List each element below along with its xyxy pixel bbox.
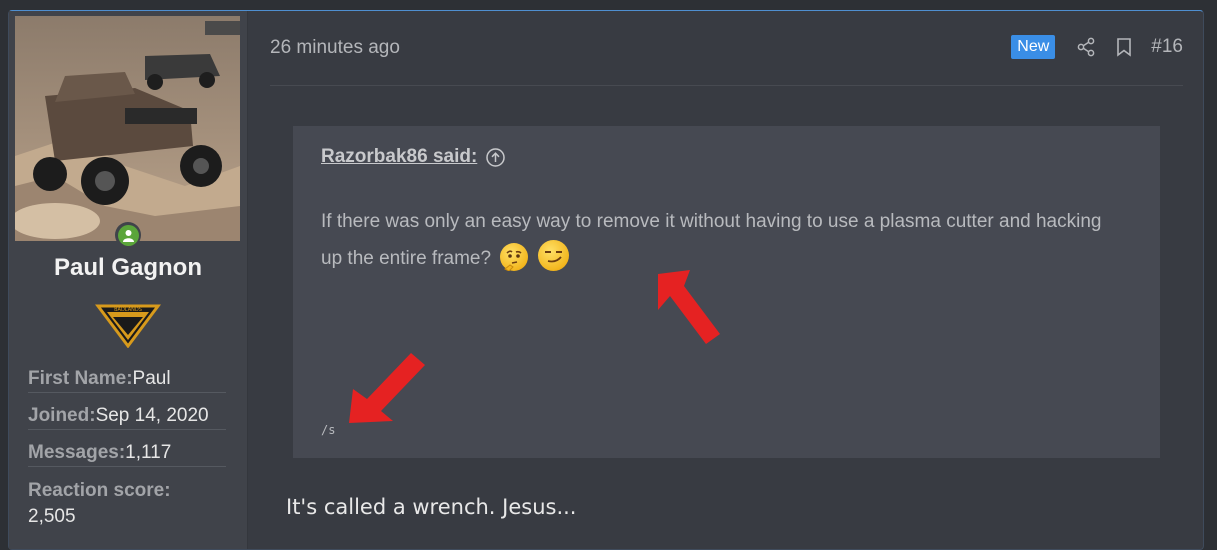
quote-signature: /s xyxy=(321,423,336,437)
info-messages: Messages:1,117 xyxy=(28,439,226,467)
info-label: Reaction score: xyxy=(28,480,171,501)
smirk-face-emoji xyxy=(537,240,569,271)
info-reaction-score: Reaction score: 2,505 xyxy=(28,476,226,531)
annotation-arrow-right xyxy=(658,270,720,344)
annotation-arrow-left xyxy=(349,353,425,423)
arrow-up-circle-icon[interactable] xyxy=(486,147,506,167)
info-label: First Name: xyxy=(28,368,133,389)
user-info: First Name:Paul Joined:Sep 14, 2020 Mess… xyxy=(28,365,226,531)
user-sidebar: Paul Gagnon BADLANDS First Name:Paul Joi… xyxy=(9,11,248,549)
info-value: Sep 14, 2020 xyxy=(95,405,209,426)
new-badge: New xyxy=(1011,35,1056,59)
info-label: Messages: xyxy=(28,442,126,463)
post-header-actions: New #16 xyxy=(1011,35,1183,59)
post-timestamp[interactable]: 26 minutes ago xyxy=(270,37,400,59)
post-number[interactable]: #16 xyxy=(1151,36,1183,58)
info-joined: Joined:Sep 14, 2020 xyxy=(28,402,226,430)
quote-author-link[interactable]: Razorbak86 said: xyxy=(321,146,477,168)
header-divider xyxy=(270,85,1183,86)
bookmark-icon[interactable] xyxy=(1113,36,1135,58)
info-first-name: First Name:Paul xyxy=(28,365,226,393)
post-main: 26 minutes ago New #16 Razorbak86 said: xyxy=(248,11,1203,549)
username[interactable]: Paul Gagnon xyxy=(9,254,247,282)
info-value[interactable]: 1,117 xyxy=(125,442,171,463)
post-body-text: It's called a wrench. Jesus... xyxy=(286,495,577,519)
info-value: 2,505 xyxy=(28,506,76,527)
info-value: Paul xyxy=(132,368,171,389)
avatar[interactable] xyxy=(15,16,240,241)
info-label: Joined: xyxy=(28,405,96,426)
thinking-face-emoji xyxy=(500,243,529,271)
message-post: Paul Gagnon BADLANDS First Name:Paul Joi… xyxy=(8,10,1204,550)
share-icon[interactable] xyxy=(1075,36,1097,58)
badlands-badge-icon: BADLANDS xyxy=(95,300,161,349)
quote-header: Razorbak86 said: xyxy=(321,146,506,168)
quote-body-text: If there was only an easy way to remove … xyxy=(321,211,1102,269)
online-status-icon xyxy=(115,222,141,248)
badge-text: BADLANDS xyxy=(114,307,142,313)
